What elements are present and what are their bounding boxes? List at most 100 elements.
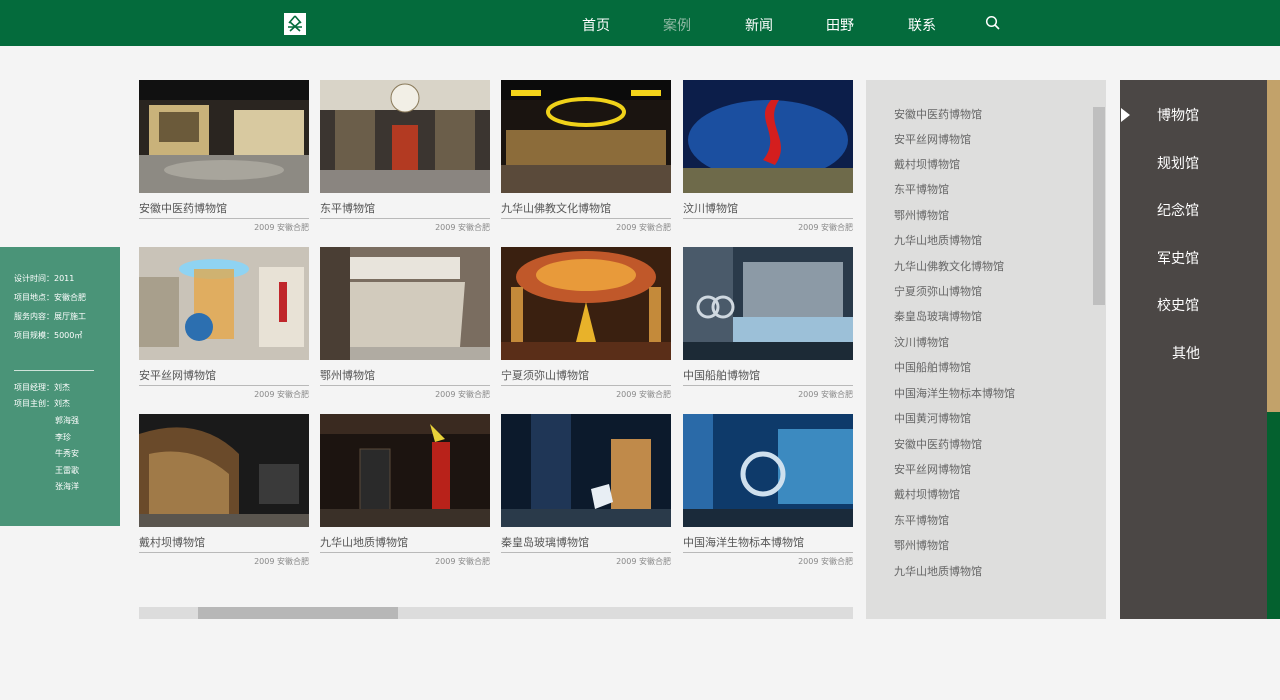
- team-member: 王雷歌: [55, 466, 79, 475]
- category-sidebar: 博物馆 规划馆 纪念馆 军史馆 校史馆 其他: [1120, 80, 1267, 619]
- case-thumbnail[interactable]: [139, 414, 309, 527]
- nav-contact[interactable]: 联系: [908, 15, 936, 35]
- case-thumbnail[interactable]: [501, 80, 671, 193]
- project-manager: 项目经理：刘杰: [14, 383, 70, 392]
- case-thumbnail[interactable]: [139, 80, 309, 193]
- case-thumbnail[interactable]: [320, 247, 490, 360]
- vertical-scroll-thumb[interactable]: [1093, 107, 1105, 305]
- museum-list-item[interactable]: 中国船舶博物馆: [894, 359, 971, 375]
- case-meta: 2009 安徽合肥: [798, 557, 853, 566]
- case-title[interactable]: 鄂州博物馆: [320, 367, 490, 386]
- case-title[interactable]: 东平博物馆: [320, 200, 490, 219]
- brand-logo[interactable]: [284, 13, 306, 35]
- museum-list-item[interactable]: 东平博物馆: [894, 512, 949, 528]
- case-title[interactable]: 九华山地质博物馆: [320, 534, 490, 553]
- case-meta: 2009 安徽合肥: [435, 223, 490, 232]
- museum-list-item[interactable]: 安徽中医药博物馆: [894, 106, 982, 122]
- museum-list-item[interactable]: 九华山地质博物馆: [894, 232, 982, 248]
- museum-list-item[interactable]: 九华山佛教文化博物馆: [894, 258, 1004, 274]
- category-planning-hall[interactable]: 规划馆: [1157, 153, 1199, 173]
- case-thumbnail[interactable]: [501, 414, 671, 527]
- case-card[interactable]: 中国海洋生物标本博物馆 2009 安徽合肥: [683, 414, 853, 567]
- nav-field[interactable]: 田野: [826, 15, 854, 35]
- case-thumbnail[interactable]: [139, 247, 309, 360]
- museum-list-item[interactable]: 鄂州博物馆: [894, 207, 949, 223]
- museum-list-item[interactable]: 戴村坝博物馆: [894, 156, 960, 172]
- accent-stripe-gold: [1267, 80, 1280, 412]
- case-card[interactable]: 汶川博物馆 2009 安徽合肥: [683, 80, 853, 233]
- case-card[interactable]: 东平博物馆 2009 安徽合肥: [320, 80, 490, 233]
- case-title[interactable]: 秦皇岛玻璃博物馆: [501, 534, 671, 553]
- museum-list-item[interactable]: 九华山地质博物馆: [894, 563, 982, 579]
- case-title[interactable]: 安徽中医药博物馆: [139, 200, 309, 219]
- case-thumbnail[interactable]: [320, 414, 490, 527]
- nav-cases[interactable]: 案例: [663, 15, 691, 35]
- case-meta: 2009 安徽合肥: [435, 390, 490, 399]
- case-title[interactable]: 汶川博物馆: [683, 200, 853, 219]
- case-card[interactable]: 安徽中医药博物馆 2009 安徽合肥: [139, 80, 309, 233]
- case-card[interactable]: 安平丝网博物馆 2009 安徽合肥: [139, 247, 309, 400]
- case-thumbnail[interactable]: [320, 80, 490, 193]
- category-other[interactable]: 其他: [1172, 343, 1200, 363]
- case-meta: 2009 安徽合肥: [616, 390, 671, 399]
- museum-list-item[interactable]: 安平丝网博物馆: [894, 131, 971, 147]
- case-meta: 2009 安徽合肥: [254, 390, 309, 399]
- case-title[interactable]: 宁夏须弥山博物馆: [501, 367, 671, 386]
- museum-list-item[interactable]: 中国海洋生物标本博物馆: [894, 385, 1015, 401]
- top-nav-bar: 首页 案例 新闻 田野 联系: [0, 0, 1280, 46]
- museum-list-item[interactable]: 秦皇岛玻璃博物馆: [894, 308, 982, 324]
- team-member: 张海洋: [55, 482, 79, 491]
- museum-list-item[interactable]: 宁夏须弥山博物馆: [894, 283, 982, 299]
- case-card[interactable]: 鄂州博物馆 2009 安徽合肥: [320, 247, 490, 400]
- case-title[interactable]: 中国船舶博物馆: [683, 367, 853, 386]
- design-time: 设计时间：2011: [14, 274, 75, 283]
- category-memorial-hall[interactable]: 纪念馆: [1157, 200, 1199, 220]
- nav-news[interactable]: 新闻: [745, 15, 773, 35]
- case-title[interactable]: 九华山佛教文化博物馆: [501, 200, 671, 219]
- nav-home[interactable]: 首页: [582, 15, 610, 35]
- case-title[interactable]: 安平丝网博物馆: [139, 367, 309, 386]
- case-thumbnail[interactable]: [683, 414, 853, 527]
- case-thumbnail[interactable]: [683, 80, 853, 193]
- case-card[interactable]: 戴村坝博物馆 2009 安徽合肥: [139, 414, 309, 567]
- case-title[interactable]: 中国海洋生物标本博物馆: [683, 534, 853, 553]
- accent-stripe-green: [1267, 412, 1280, 619]
- team-member: 郭海强: [55, 416, 79, 425]
- case-meta: 2009 安徽合肥: [798, 223, 853, 232]
- case-title[interactable]: 戴村坝博物馆: [139, 534, 309, 553]
- museum-list-item[interactable]: 鄂州博物馆: [894, 537, 949, 553]
- case-thumbnail[interactable]: [683, 247, 853, 360]
- team-member: 牛秀安: [55, 449, 79, 458]
- active-category-arrow-icon: [1121, 108, 1130, 122]
- case-card[interactable]: 九华山地质博物馆 2009 安徽合肥: [320, 414, 490, 567]
- horizontal-scroll-thumb[interactable]: [198, 607, 398, 619]
- info-divider: [14, 370, 94, 371]
- case-meta: 2009 安徽合肥: [798, 390, 853, 399]
- category-military-hall[interactable]: 军史馆: [1157, 248, 1199, 268]
- project-scale: 项目规模：5000㎡: [14, 331, 83, 340]
- project-location: 项目地点：安徽合肥: [14, 293, 86, 302]
- category-museum[interactable]: 博物馆: [1157, 105, 1199, 125]
- museum-list-panel: 安徽中医药博物馆 安平丝网博物馆 戴村坝博物馆 东平博物馆 鄂州博物馆 九华山地…: [866, 80, 1106, 619]
- category-school-history-hall[interactable]: 校史馆: [1157, 295, 1199, 315]
- team-member: 李珍: [55, 433, 71, 442]
- museum-list-item[interactable]: 安平丝网博物馆: [894, 461, 971, 477]
- horizontal-scrollbar[interactable]: [139, 607, 853, 619]
- museum-list-item[interactable]: 戴村坝博物馆: [894, 486, 960, 502]
- case-card[interactable]: 宁夏须弥山博物馆 2009 安徽合肥: [501, 247, 671, 400]
- museum-list-item[interactable]: 中国黄河博物馆: [894, 410, 971, 426]
- project-lead: 项目主创：刘杰: [14, 399, 70, 408]
- case-card[interactable]: 九华山佛教文化博物馆 2009 安徽合肥: [501, 80, 671, 233]
- case-meta: 2009 安徽合肥: [616, 557, 671, 566]
- case-card[interactable]: 中国船舶博物馆 2009 安徽合肥: [683, 247, 853, 400]
- search-icon[interactable]: [985, 15, 1001, 31]
- museum-list-item[interactable]: 安徽中医药博物馆: [894, 436, 982, 452]
- case-meta: 2009 安徽合肥: [254, 223, 309, 232]
- case-meta: 2009 安徽合肥: [254, 557, 309, 566]
- museum-list-item[interactable]: 汶川博物馆: [894, 334, 949, 350]
- logo-icon: [288, 15, 302, 32]
- museum-list-item[interactable]: 东平博物馆: [894, 181, 949, 197]
- case-thumbnail[interactable]: [501, 247, 671, 360]
- project-info-panel: 设计时间：2011 项目地点：安徽合肥 服务内容：展厅施工 项目规模：5000㎡…: [0, 247, 120, 526]
- case-card[interactable]: 秦皇岛玻璃博物馆 2009 安徽合肥: [501, 414, 671, 567]
